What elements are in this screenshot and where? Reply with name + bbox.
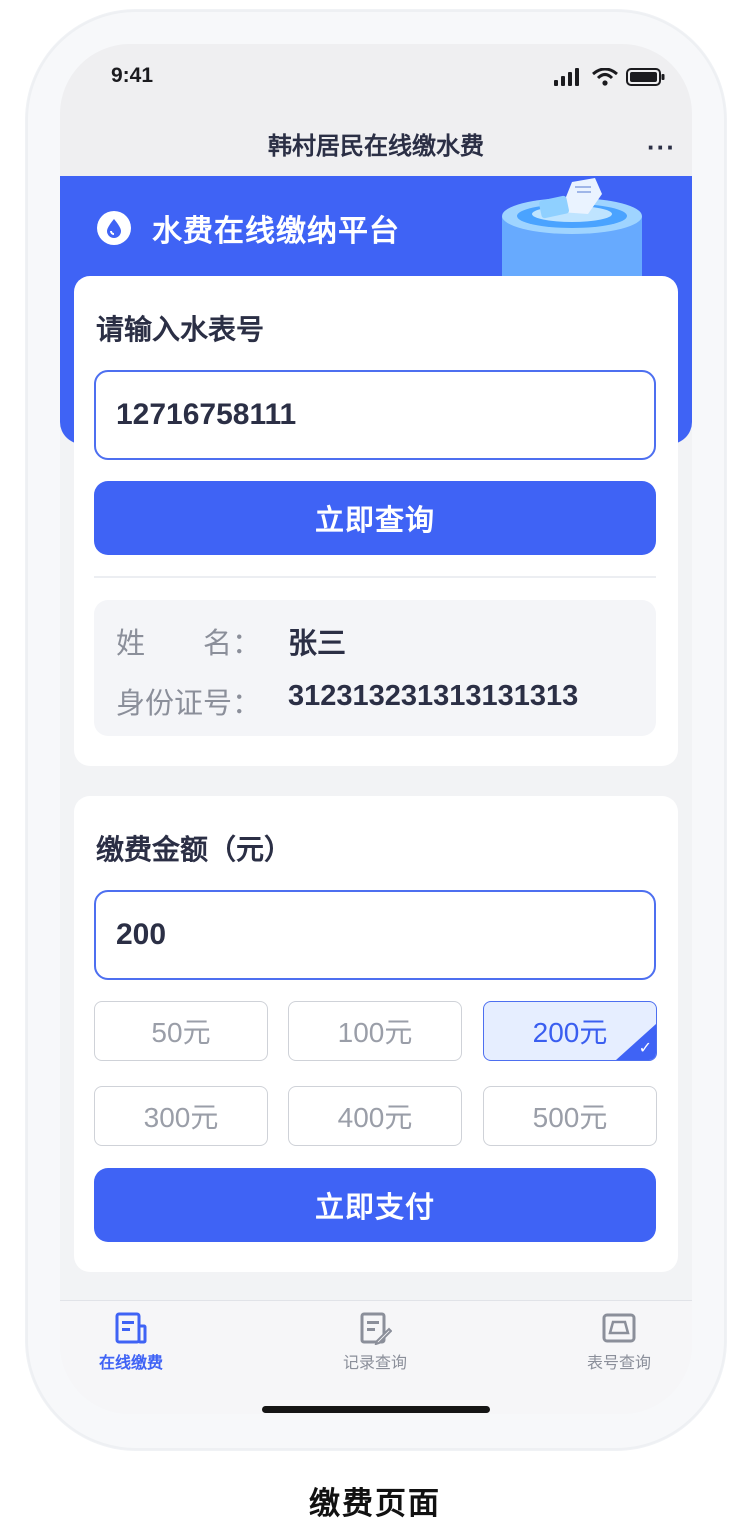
query-button[interactable]: 立即查询 — [94, 481, 656, 555]
bill-icon — [115, 1312, 147, 1344]
tab-online-payment[interactable]: 在线缴费 — [71, 1301, 191, 1381]
meter-icon — [602, 1313, 636, 1343]
phone-screen: 9:41 韩村居民在线缴水费 ··· 水费在线缴纳平台 请输入水表号 12716… — [60, 44, 692, 1414]
status-time: 9:41 — [111, 64, 154, 87]
home-indicator — [262, 1406, 490, 1413]
banner-title: 水费在线缴纳平台 — [152, 215, 400, 248]
status-bar: 9:41 — [60, 44, 692, 124]
tab-label: 记录查询 — [342, 1355, 407, 1372]
id-value: 312313231313131313 — [288, 680, 579, 712]
meter-query-card: 请输入水表号 12716758111 立即查询 姓 名： 张三 身份证号： 31… — [74, 276, 678, 766]
tab-meter-query[interactable]: 表号查询 — [559, 1301, 679, 1381]
pay-button[interactable]: 立即支付 — [94, 1168, 656, 1242]
battery-icon — [626, 68, 665, 86]
status-icons — [554, 68, 666, 86]
page-caption: 缴费页面 — [309, 1486, 441, 1521]
tab-record-query[interactable]: 记录查询 — [315, 1301, 435, 1381]
amount-option-100[interactable]: 100元 — [288, 1001, 462, 1061]
name-label: 姓 名： — [116, 628, 262, 660]
amount-option-label: 200元 — [532, 1017, 608, 1048]
wifi-icon — [592, 68, 618, 86]
check-icon: ✓ — [638, 1040, 652, 1057]
amount-option-500[interactable]: 500元 — [483, 1086, 657, 1146]
amount-option-300[interactable]: 300元 — [94, 1086, 268, 1146]
resident-info-box: 姓 名： 张三 身份证号： 312313231313131313 — [94, 600, 656, 736]
id-label: 身份证号： — [116, 688, 262, 720]
tab-label: 表号查询 — [586, 1355, 651, 1372]
amount-option-200[interactable]: 200元 ✓ — [483, 1001, 657, 1061]
water-drop-icon — [97, 211, 131, 245]
meter-input-label: 请输入水表号 — [96, 314, 265, 345]
payment-illustration-icon — [502, 178, 642, 278]
record-edit-icon — [360, 1312, 392, 1345]
more-menu-button[interactable]: ··· — [647, 132, 676, 163]
amount-label: 缴费金额（元） — [96, 834, 293, 865]
amount-input[interactable]: 200 — [94, 890, 656, 980]
amount-option-400[interactable]: 400元 — [288, 1086, 462, 1146]
payment-card: 缴费金额（元） 200 50元 100元 200元 ✓ 300元 400元 50… — [74, 796, 678, 1272]
divider — [94, 576, 656, 578]
tab-bar: 在线缴费 记录查询 表号查询 — [60, 1300, 692, 1414]
tab-label: 在线缴费 — [98, 1355, 163, 1372]
amount-option-50[interactable]: 50元 — [94, 1001, 268, 1061]
meter-number-input[interactable]: 12716758111 — [94, 370, 656, 460]
name-value: 张三 — [288, 628, 347, 660]
page-title: 韩村居民在线缴水费 — [268, 133, 484, 160]
signal-icon — [554, 68, 579, 86]
